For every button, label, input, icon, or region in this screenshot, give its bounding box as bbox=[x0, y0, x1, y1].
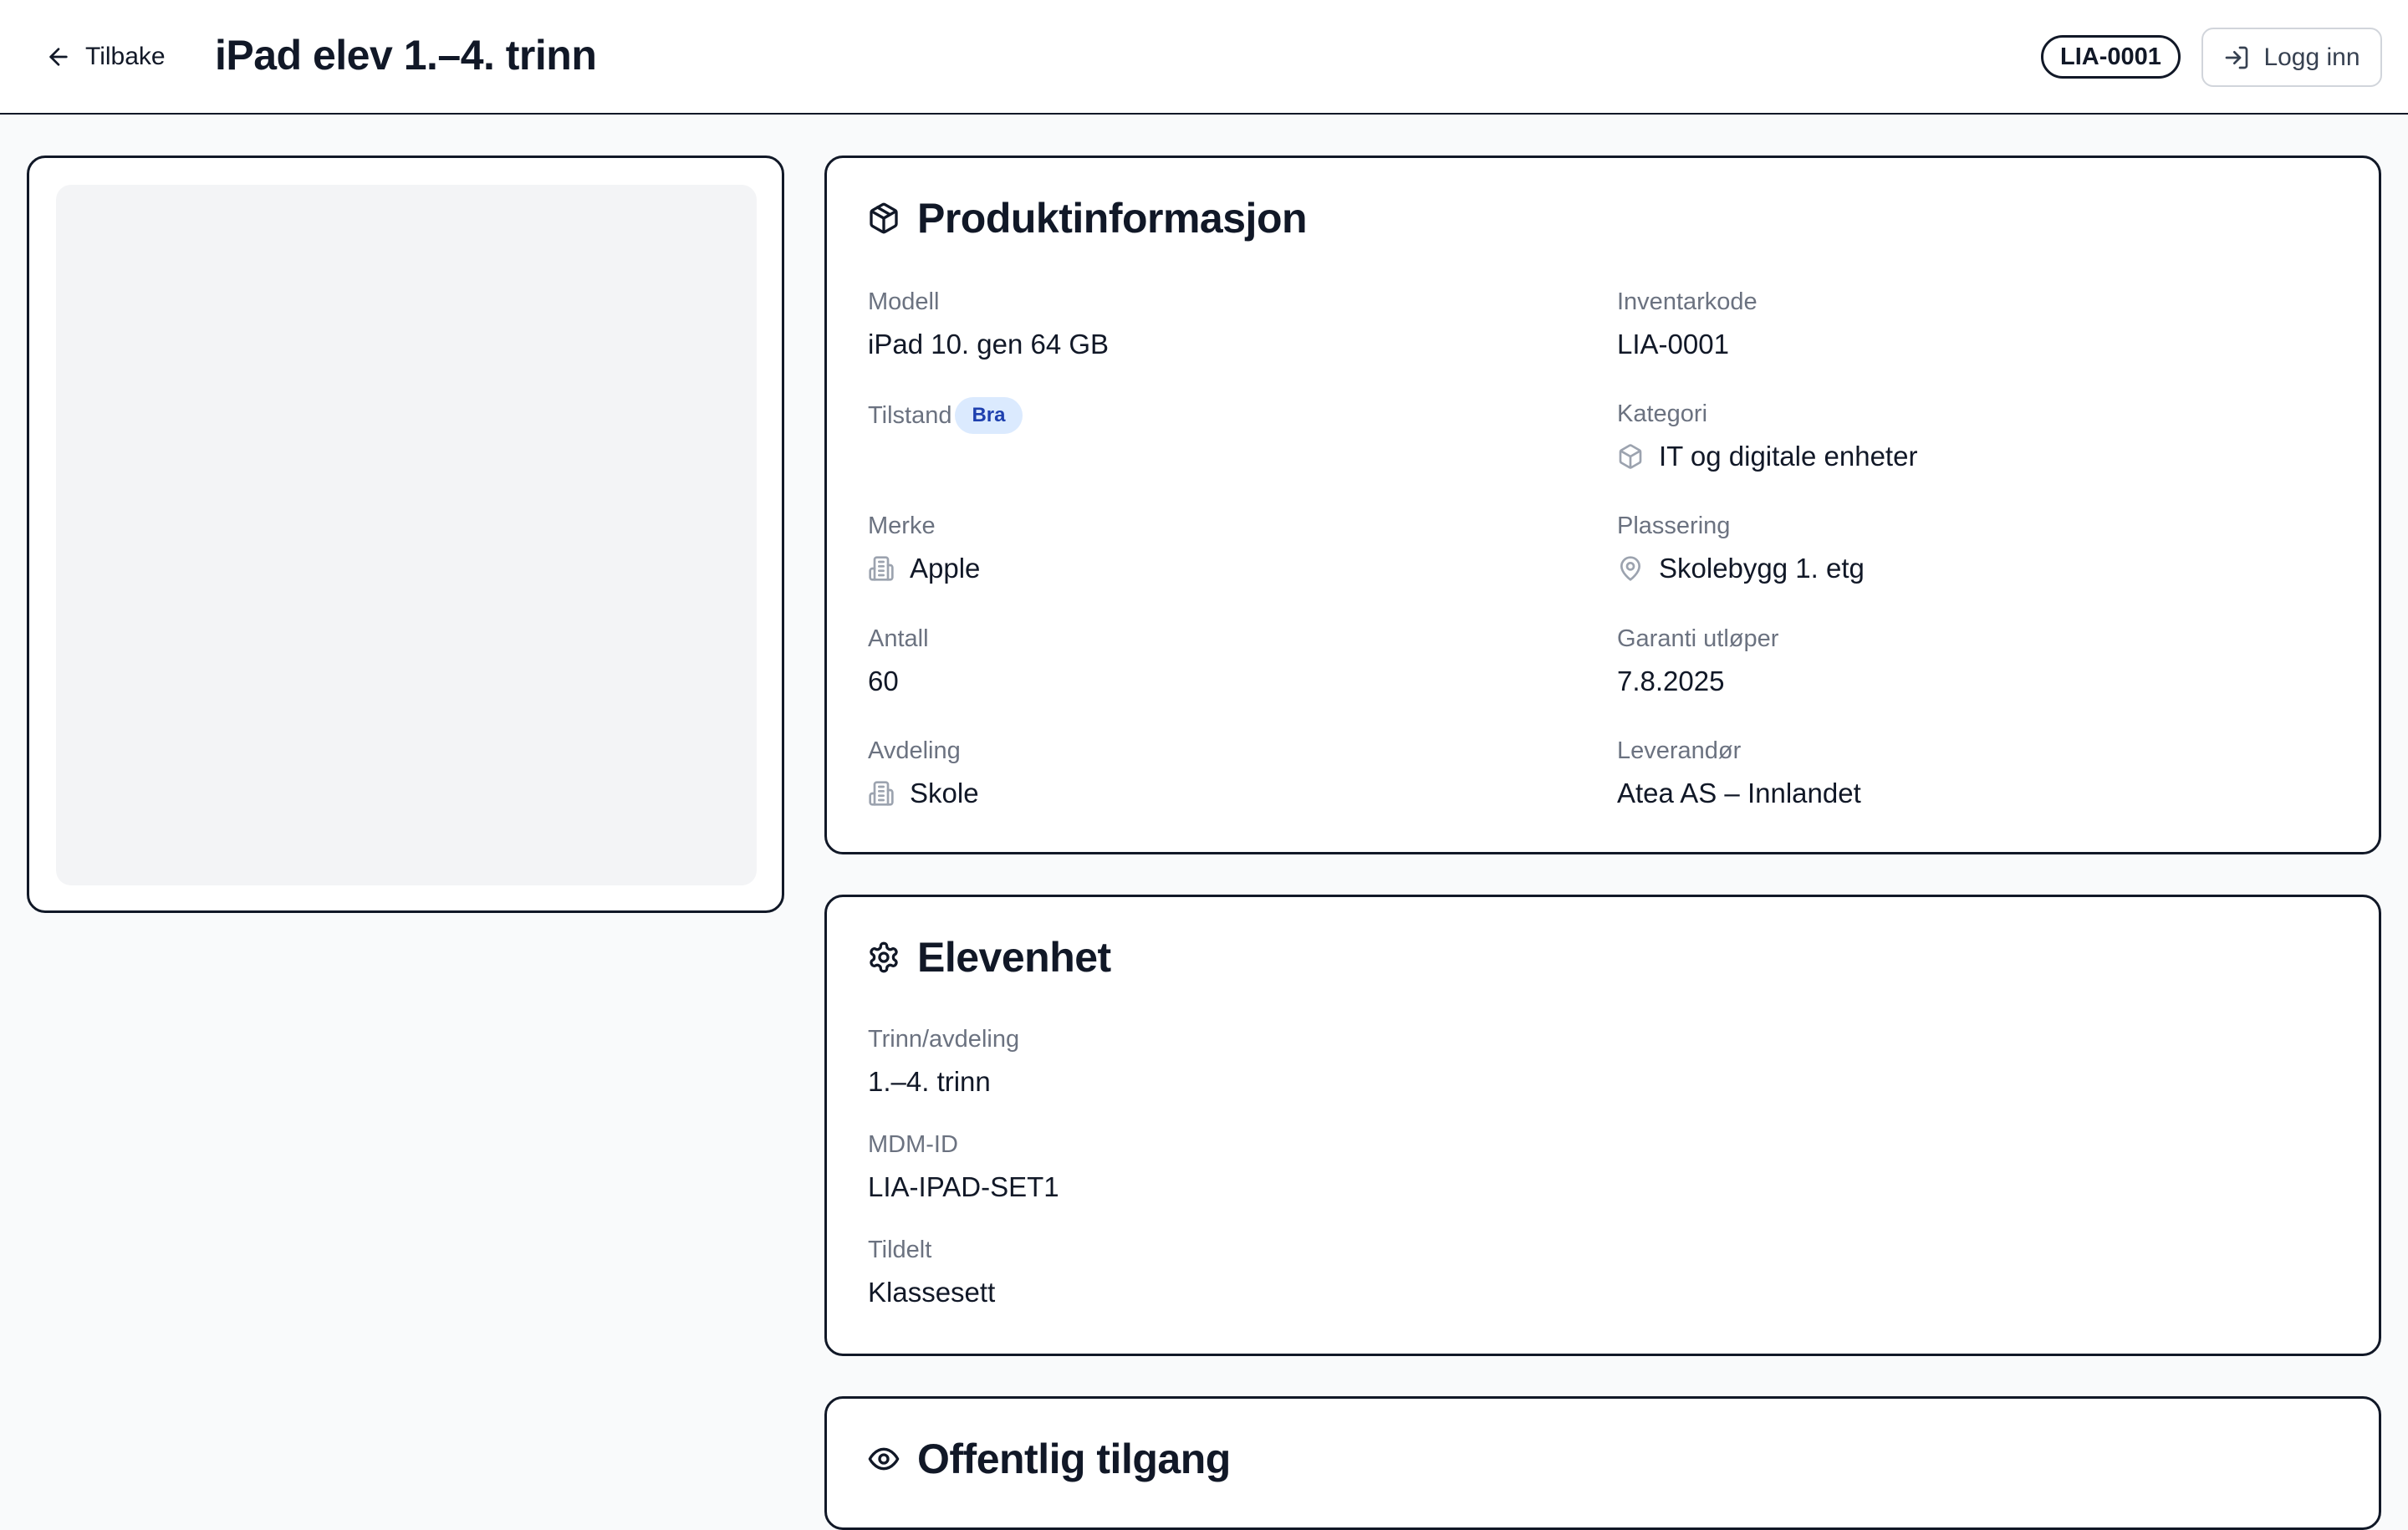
field-warranty: Garanti utløper 7.8.2025 bbox=[1617, 622, 1778, 699]
product-info-card: Produktinformasjon Modell iPad 10. gen 6… bbox=[824, 156, 2381, 854]
student-device-heading: Elevenhet bbox=[867, 931, 1111, 984]
back-button-label: Tilbake bbox=[85, 43, 166, 70]
inventory-code-badge: LIA-0001 bbox=[2041, 35, 2181, 79]
field-mdm-id-value: LIA-IPAD-SET1 bbox=[868, 1170, 1059, 1205]
field-mdm-id-label: MDM-ID bbox=[868, 1131, 958, 1158]
field-grade: Trinn/avdeling 1.–4. trinn bbox=[868, 1023, 1019, 1099]
field-brand-label: Merke bbox=[868, 513, 936, 539]
field-quantity: Antall 60 bbox=[868, 622, 929, 699]
field-supplier: Leverandør Atea AS – Innlandet bbox=[1617, 734, 1861, 811]
back-button[interactable]: Tilbake bbox=[45, 37, 166, 77]
grade-value: 1.–4. trinn bbox=[868, 1066, 991, 1097]
warranty-value: 7.8.2025 bbox=[1617, 666, 1725, 696]
field-department-label: Avdeling bbox=[868, 737, 961, 764]
supplier-value: Atea AS – Innlandet bbox=[1617, 778, 1861, 808]
product-image-placeholder bbox=[56, 185, 757, 885]
field-warranty-value: 7.8.2025 bbox=[1617, 664, 1778, 699]
field-condition: Tilstand Bra bbox=[868, 397, 1023, 434]
field-model-value: iPad 10. gen 64 GB bbox=[868, 327, 1109, 362]
field-brand-value: Apple bbox=[868, 551, 980, 586]
product-image-card bbox=[27, 156, 784, 913]
log-in-icon bbox=[2226, 46, 2248, 69]
brand-value: Apple bbox=[910, 553, 981, 584]
field-supplier-value: Atea AS – Innlandet bbox=[1617, 776, 1861, 811]
condition-label: Tilstand bbox=[868, 402, 952, 429]
field-category: Kategori IT og digitale enheter bbox=[1617, 397, 1917, 474]
map-pin-icon bbox=[1620, 556, 1640, 581]
department-value: Skole bbox=[910, 778, 979, 808]
condition-badge: Bra bbox=[955, 397, 1023, 434]
top-header: Tilbake iPad elev 1.–4. trinn LIA-0001 L… bbox=[0, 0, 2408, 115]
gear-icon bbox=[870, 941, 898, 973]
arrow-left-icon bbox=[49, 48, 68, 66]
field-assigned: Tildelt Klassesett bbox=[868, 1233, 995, 1310]
field-quantity-value: 60 bbox=[868, 664, 929, 699]
box-icon bbox=[1619, 444, 1642, 469]
student-device-card: Elevenhet Trinn/avdeling 1.–4. trinn MDM… bbox=[824, 895, 2381, 1356]
student-device-title: Elevenhet bbox=[917, 934, 1111, 981]
box-icon bbox=[870, 202, 898, 234]
field-supplier-label: Leverandør bbox=[1617, 737, 1742, 764]
field-condition-label: Tilstand Bra bbox=[868, 397, 1023, 434]
field-model-label: Modell bbox=[868, 288, 940, 315]
product-info-title: Produktinformasjon bbox=[917, 195, 1308, 242]
field-warranty-label: Garanti utløper bbox=[1617, 625, 1779, 652]
field-grade-label: Trinn/avdeling bbox=[868, 1026, 1020, 1053]
model-value: iPad 10. gen 64 GB bbox=[868, 329, 1110, 360]
location-value: Skolebygg 1. etg bbox=[1659, 553, 1865, 584]
field-department-value: Skole bbox=[868, 776, 979, 811]
building-icon bbox=[869, 781, 894, 806]
field-location: Plassering Skolebygg 1. etg bbox=[1617, 509, 1865, 586]
quantity-value: 60 bbox=[868, 666, 899, 696]
mdm-id-value: LIA-IPAD-SET1 bbox=[868, 1171, 1059, 1202]
field-department: Avdeling Skole bbox=[868, 734, 979, 811]
page-title: iPad elev 1.–4. trinn bbox=[215, 32, 597, 79]
login-button[interactable]: Logg inn bbox=[2201, 28, 2382, 87]
field-inventory-code: Inventarkode LIA-0001 bbox=[1617, 285, 1758, 362]
assigned-value: Klassesett bbox=[868, 1277, 996, 1308]
field-grade-value: 1.–4. trinn bbox=[868, 1064, 1019, 1099]
product-info-heading: Produktinformasjon bbox=[867, 191, 1308, 245]
field-location-label: Plassering bbox=[1617, 513, 1731, 539]
field-category-value: IT og digitale enheter bbox=[1617, 439, 1917, 474]
field-assigned-value: Klassesett bbox=[868, 1275, 995, 1310]
field-assigned-label: Tildelt bbox=[868, 1237, 932, 1263]
eye-icon bbox=[868, 1447, 900, 1471]
field-location-value: Skolebygg 1. etg bbox=[1617, 551, 1865, 586]
field-model: Modell iPad 10. gen 64 GB bbox=[868, 285, 1109, 362]
public-access-title: Offentlig tilgang bbox=[917, 1436, 1231, 1482]
public-access-heading: Offentlig tilgang bbox=[867, 1432, 1231, 1486]
public-access-card: Offentlig tilgang bbox=[824, 1396, 2381, 1530]
field-inventory-code-value: LIA-0001 bbox=[1617, 327, 1758, 362]
field-category-label: Kategori bbox=[1617, 400, 1708, 427]
building-icon bbox=[869, 556, 894, 581]
field-inventory-code-label: Inventarkode bbox=[1617, 288, 1758, 315]
field-quantity-label: Antall bbox=[868, 625, 929, 652]
login-button-label: Logg inn bbox=[2263, 43, 2360, 71]
field-mdm-id: MDM-ID LIA-IPAD-SET1 bbox=[868, 1128, 1059, 1205]
field-brand: Merke Apple bbox=[868, 509, 980, 586]
category-value: IT og digitale enheter bbox=[1659, 441, 1918, 472]
inventory-code-value: LIA-0001 bbox=[1617, 329, 1729, 360]
